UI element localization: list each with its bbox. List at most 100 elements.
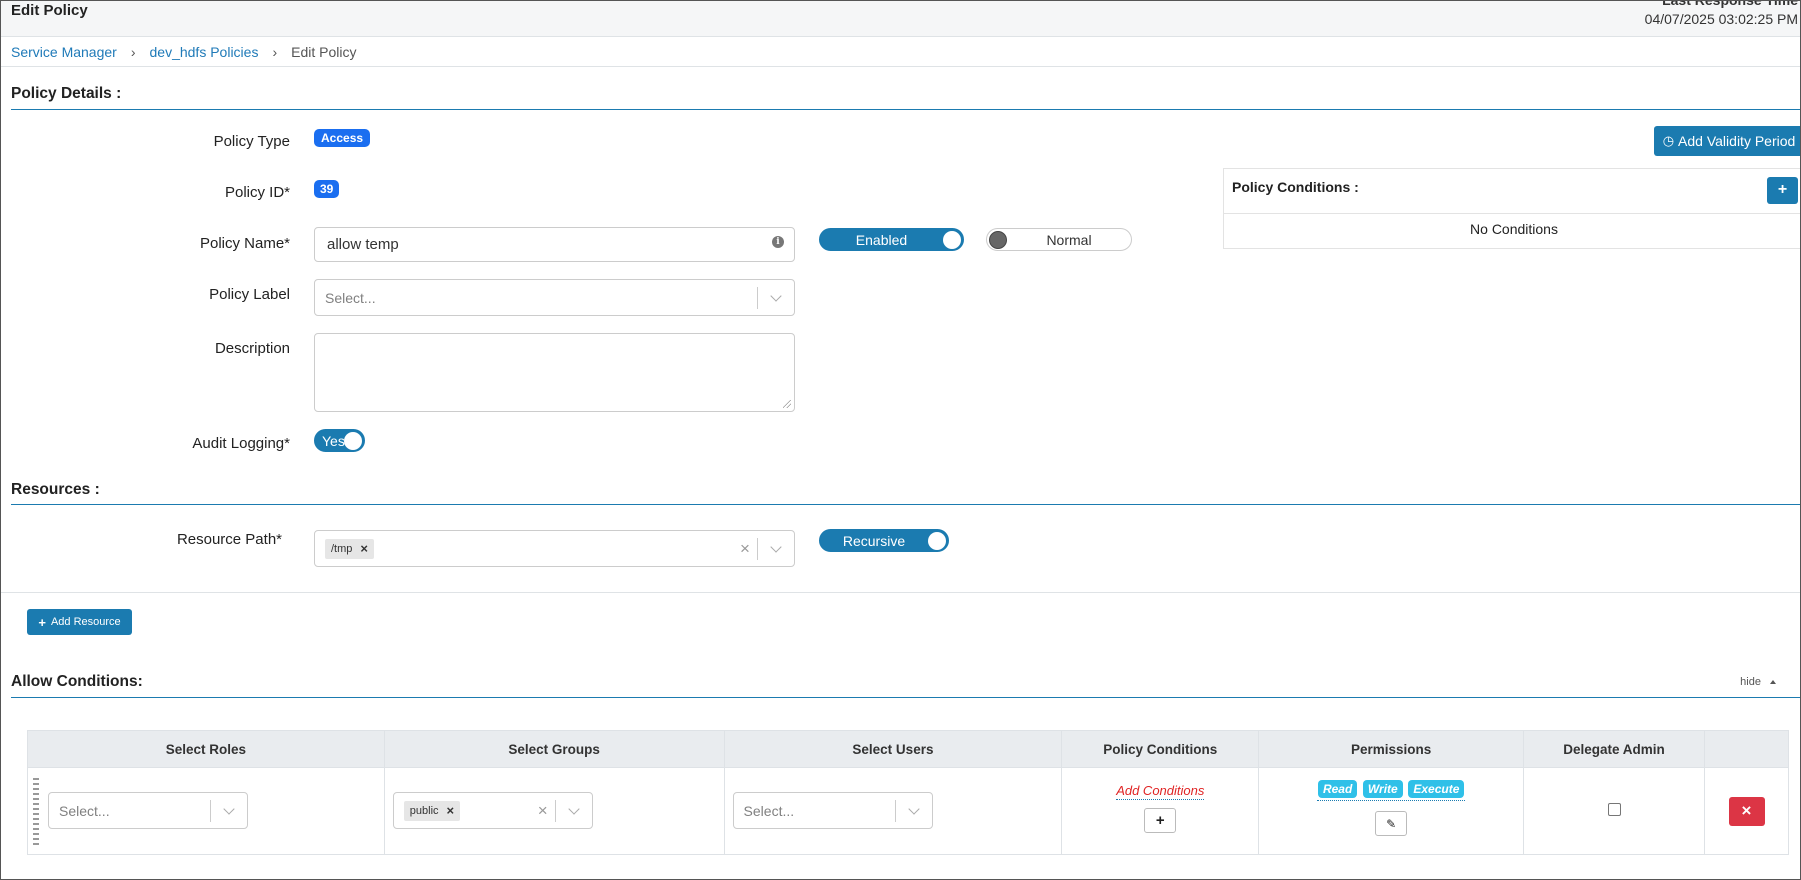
permission-tags[interactable]: Read Write Execute	[1316, 780, 1466, 801]
policy-id-label: Policy ID*	[224, 184, 290, 201]
col-select-users: Select Users	[723, 730, 1063, 768]
section-divider	[11, 504, 1800, 505]
breadcrumb-chevron-icon: ›	[272, 43, 278, 60]
roles-placeholder: Select...	[59, 802, 110, 819]
breadcrumb: Service Manager › dev_hdfs Policies › Ed…	[1, 37, 1800, 67]
add-conditions-link[interactable]: Add Conditions	[1116, 783, 1205, 800]
description-label: Description	[214, 340, 290, 357]
policy-name-label: Policy Name*	[199, 235, 290, 252]
allow-conditions-title: Allow Conditions:	[11, 673, 143, 690]
permission-write: Write	[1362, 780, 1403, 798]
audit-logging-toggle[interactable]: Yes	[314, 429, 365, 452]
toggle-knob	[928, 532, 946, 550]
edit-permissions-button[interactable]: ✎	[1375, 811, 1408, 836]
delegate-admin-cell	[1523, 767, 1705, 855]
col-permissions: Permissions	[1258, 730, 1525, 768]
toggle-knob	[989, 231, 1007, 249]
actions-cell: ×	[1704, 767, 1789, 855]
policy-name-value: allow temp	[327, 236, 399, 253]
permissions-cell: Read Write Execute ✎	[1258, 767, 1525, 855]
plus-icon: +	[38, 614, 46, 630]
add-resource-button[interactable]: + Add Resource	[27, 609, 132, 635]
enabled-toggle-label: Enabled	[855, 231, 908, 248]
clock-icon: ◷	[1662, 133, 1675, 148]
normal-toggle-label: Normal	[1046, 231, 1092, 248]
policy-conditions-cell: Add Conditions +	[1061, 767, 1260, 855]
add-condition-plus-button[interactable]: +	[1144, 808, 1177, 833]
toggle-knob	[344, 432, 362, 450]
group-tag: public ×	[403, 800, 461, 821]
page-title: Edit Policy	[11, 2, 88, 19]
groups-select[interactable]: public × ×	[392, 792, 593, 829]
policy-name-input[interactable]: allow temp i	[314, 227, 795, 262]
normal-toggle[interactable]: Normal	[986, 228, 1132, 251]
toggle-knob	[943, 231, 961, 249]
roles-cell: Select...	[27, 767, 385, 855]
resize-handle-icon[interactable]	[783, 400, 791, 408]
resource-path-tag-label: /tmp	[331, 542, 353, 555]
breadcrumb-current: Edit Policy	[291, 43, 357, 60]
users-placeholder: Select...	[743, 802, 795, 819]
breadcrumb-service-manager[interactable]: Service Manager	[11, 44, 117, 60]
allow-conditions-table: Select Roles Select Groups Select Users …	[27, 730, 1789, 855]
hide-label: hide	[1740, 676, 1761, 688]
group-tag-label: public	[409, 804, 439, 817]
groups-cell: public × ×	[383, 767, 725, 855]
add-validity-period-label: Add Validity Period	[1678, 133, 1796, 149]
policy-type-badge: Access	[314, 129, 371, 147]
col-delegate-admin: Delegate Admin	[1523, 730, 1705, 768]
users-select[interactable]: Select...	[732, 792, 933, 829]
breadcrumb-policies[interactable]: dev_hdfs Policies	[150, 44, 259, 60]
resource-path-select[interactable]: /tmp × ×	[314, 530, 795, 567]
remove-tag-icon[interactable]: ×	[360, 541, 368, 556]
policy-conditions-header: Policy Conditions : +	[1224, 169, 1800, 214]
enabled-toggle[interactable]: Enabled	[819, 228, 964, 251]
resources-title: Resources :	[11, 481, 100, 498]
last-response-time: 04/07/2025 03:02:25 PM	[1644, 11, 1798, 27]
policy-details-title: Policy Details :	[11, 85, 122, 102]
policy-label-label: Policy Label	[209, 286, 290, 303]
caret-up-icon	[1770, 680, 1776, 685]
table-row: Select... public × × Select... Add Condi…	[27, 767, 1789, 855]
section-divider	[11, 109, 1800, 110]
col-select-groups: Select Groups	[383, 730, 725, 768]
resource-path-label: Resource Path*	[176, 531, 282, 548]
chevron-down-icon[interactable]	[758, 280, 794, 315]
chevron-down-icon[interactable]	[556, 793, 592, 828]
recursive-toggle[interactable]: Recursive	[819, 529, 949, 552]
roles-select[interactable]: Select...	[48, 792, 248, 829]
info-icon[interactable]: i	[772, 236, 784, 248]
pencil-icon: ✎	[1386, 816, 1397, 831]
chevron-down-icon[interactable]	[211, 793, 247, 828]
delete-row-button[interactable]: ×	[1728, 796, 1765, 826]
add-policy-condition-button[interactable]: +	[1767, 177, 1798, 204]
policy-type-label: Policy Type	[213, 133, 290, 150]
resources-divider	[1, 592, 1800, 593]
chevron-down-icon[interactable]	[896, 793, 932, 828]
clear-icon[interactable]: ×	[531, 801, 555, 821]
resource-path-tag: /tmp ×	[325, 538, 374, 559]
permission-execute: Execute	[1408, 780, 1465, 798]
no-conditions-text: No Conditions	[1470, 221, 1558, 237]
close-icon: ×	[1741, 801, 1752, 820]
chevron-down-icon[interactable]	[758, 531, 794, 566]
add-validity-period-button[interactable]: ◷ Add Validity Period	[1654, 126, 1800, 156]
users-cell: Select...	[723, 767, 1063, 855]
remove-tag-icon[interactable]: ×	[447, 803, 455, 818]
description-textarea[interactable]	[314, 333, 795, 412]
col-select-roles: Select Roles	[27, 730, 385, 768]
permission-read: Read	[1317, 780, 1358, 798]
breadcrumb-chevron-icon: ›	[130, 43, 136, 60]
policy-id-badge: 39	[314, 180, 340, 198]
drag-handle-icon[interactable]	[33, 778, 39, 846]
recursive-toggle-label: Recursive	[842, 532, 906, 549]
col-policy-conditions: Policy Conditions	[1061, 730, 1260, 768]
policy-label-select[interactable]: Select...	[314, 279, 795, 316]
delegate-admin-checkbox[interactable]	[1607, 802, 1621, 816]
hide-toggle[interactable]: hide	[1740, 676, 1776, 688]
policy-conditions-panel: Policy Conditions : + No Conditions	[1223, 168, 1800, 249]
section-divider	[11, 697, 1800, 698]
col-actions	[1704, 730, 1789, 768]
table-header-row: Select Roles Select Groups Select Users …	[27, 730, 1789, 768]
clear-icon[interactable]: ×	[733, 539, 757, 559]
